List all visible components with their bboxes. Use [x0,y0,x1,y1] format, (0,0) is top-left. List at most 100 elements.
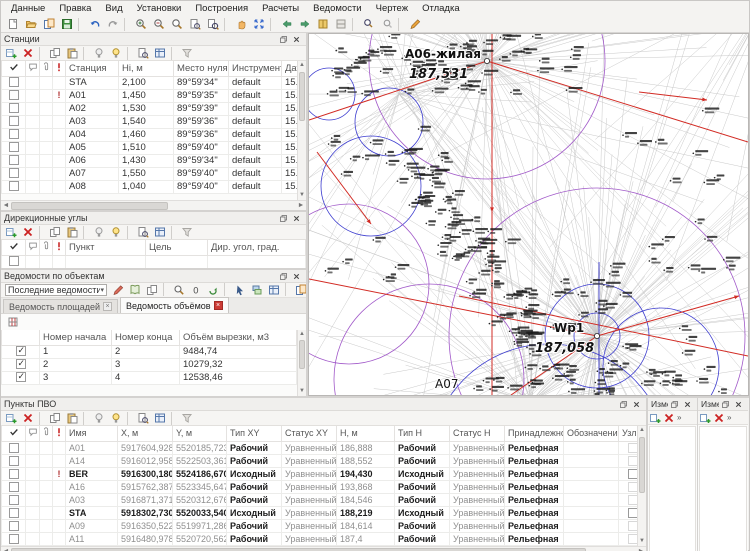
row-checkbox[interactable] [9,495,19,505]
attachment-column-icon[interactable] [40,61,53,76]
column-header[interactable]: Узлов [619,426,638,441]
column-header[interactable]: Принадлежность [505,426,564,441]
report-icon[interactable] [152,411,168,425]
bulb-off-icon[interactable] [91,225,107,239]
comment-column-icon[interactable] [26,240,40,255]
points-vertical-scrollbar[interactable]: ▲▼ [637,426,646,546]
find-icon[interactable] [171,283,187,297]
tab-close-icon[interactable]: × [103,302,112,311]
node-checkbox[interactable] [628,508,638,518]
row-checkbox[interactable] [16,346,26,356]
map-canvas[interactable]: А06-жилая187,531Wp1187,058A07 [308,33,749,396]
new-document-icon[interactable] [4,17,21,32]
copy-icon[interactable] [47,46,63,60]
float-icon[interactable] [617,399,630,410]
copy-icon[interactable] [47,225,63,239]
column-a-icon[interactable] [314,17,331,32]
menu-item-данные[interactable]: Данные [5,2,51,15]
delete-icon[interactable] [20,46,36,60]
pan-icon[interactable] [232,17,249,32]
import-document-icon[interactable] [40,17,57,32]
attachment-column-icon[interactable] [40,240,53,255]
column-header[interactable]: Тип XY [227,426,282,441]
attachment-column-icon[interactable] [40,426,53,441]
row-checkbox[interactable] [9,168,19,178]
next-icon[interactable] [296,17,313,32]
table-row[interactable]: A031,54089°59'36"default15.09 [2,115,298,128]
bulb-on-icon[interactable] [108,46,124,60]
error-column-icon[interactable] [53,426,66,441]
add-row-icon[interactable] [648,411,662,424]
report-icon[interactable] [152,46,168,60]
copy-icon[interactable] [47,411,63,425]
redo-icon[interactable] [104,17,121,32]
preview-icon[interactable] [186,17,203,32]
table-row[interactable]: 3412538,46 [2,371,297,384]
close-icon[interactable] [732,399,745,410]
overflow-chevron-icon[interactable]: » [676,413,682,422]
column-header[interactable]: X, м [118,426,173,441]
filter-icon[interactable] [179,411,195,425]
close-icon[interactable] [290,271,303,282]
node-checkbox[interactable] [628,469,638,479]
menu-item-отладка[interactable]: Отладка [416,2,466,15]
column-b-icon[interactable] [332,17,349,32]
table-row[interactable]: STA2,10089°59'34"default15.09 [2,76,298,89]
table-row[interactable]: !A011,45089°59'35"default15.09 [2,89,298,102]
column-header[interactable]: Номер начала [40,330,112,345]
row-checkbox[interactable] [9,90,19,100]
report-grid-icon[interactable] [4,315,21,330]
float-icon[interactable] [719,399,732,410]
undo-icon[interactable] [86,17,103,32]
table-row[interactable]: A081,04089°59'40"default15.09 [2,180,298,193]
table-row[interactable]: A061,43089°59'34"default15.09 [2,154,298,167]
menu-item-расчеты[interactable]: Расчеты [256,2,305,15]
node-checkbox[interactable] [628,456,638,466]
row-checkbox[interactable] [9,116,19,126]
table-row[interactable]: A095916350,5225519971,286РабочийУравненн… [2,519,638,532]
comment-column-icon[interactable] [26,426,40,441]
zoom-extents-icon[interactable] [250,17,267,32]
row-checkbox[interactable] [9,129,19,139]
table-row[interactable]: !BER5916300,1805524186,670ИсходныйУравне… [2,467,638,480]
column-header[interactable]: Тип H [395,426,450,441]
stations-vertical-scrollbar[interactable]: ▲▼ [297,61,306,200]
table-row[interactable]: A165915762,3875523345,647РабочийУравненн… [2,480,638,493]
float-icon[interactable] [277,34,290,45]
column-header[interactable]: Обозначение [564,426,619,441]
delete-icon[interactable] [662,411,676,424]
reports-dropdown[interactable]: Последние ведомости▾ [5,284,107,296]
table-row[interactable]: A041,46089°59'36"default15.09 [2,128,298,141]
select-icon[interactable] [232,283,248,297]
node-checkbox[interactable] [628,482,638,492]
column-header[interactable]: Место нуля, град [174,61,229,76]
column-header[interactable]: Статус XY [282,426,337,441]
node-checkbox[interactable] [628,443,638,453]
table-row[interactable]: STA5918302,7305520033,540ИсходныйУравнен… [2,506,638,519]
zoom-out-icon[interactable] [150,17,167,32]
column-header[interactable]: Станция [66,61,119,76]
menu-item-построения[interactable]: Построения [189,2,254,15]
column-header[interactable]: Объём вырезки, м3 [180,330,297,345]
column-header[interactable]: Y, м [173,426,227,441]
paste-icon[interactable] [64,225,80,239]
row-checkbox[interactable] [9,469,19,479]
row-checkbox[interactable] [16,372,26,382]
add-row-icon[interactable] [3,225,19,239]
close-icon[interactable] [630,399,643,410]
templates-icon[interactable] [127,283,143,297]
node-checkbox[interactable] [628,534,638,544]
import-document-icon[interactable] [293,283,306,297]
menu-item-установки[interactable]: Установки [131,2,188,15]
column-header[interactable]: H, м [337,426,395,441]
table-row[interactable]: A035916871,3715520312,676РабочийУравненн… [2,493,638,506]
report-icon[interactable] [266,283,282,297]
save-icon[interactable] [58,17,75,32]
stations-horizontal-scrollbar[interactable]: ◄► [1,200,306,210]
row-checkbox[interactable] [9,142,19,152]
overflow-chevron-icon[interactable]: » [726,413,732,422]
error-column-icon[interactable] [53,61,66,76]
add-row-icon[interactable] [698,411,712,424]
row-checkbox[interactable] [9,456,19,466]
tab-volumes[interactable]: Ведомость объёмов× [120,297,229,313]
